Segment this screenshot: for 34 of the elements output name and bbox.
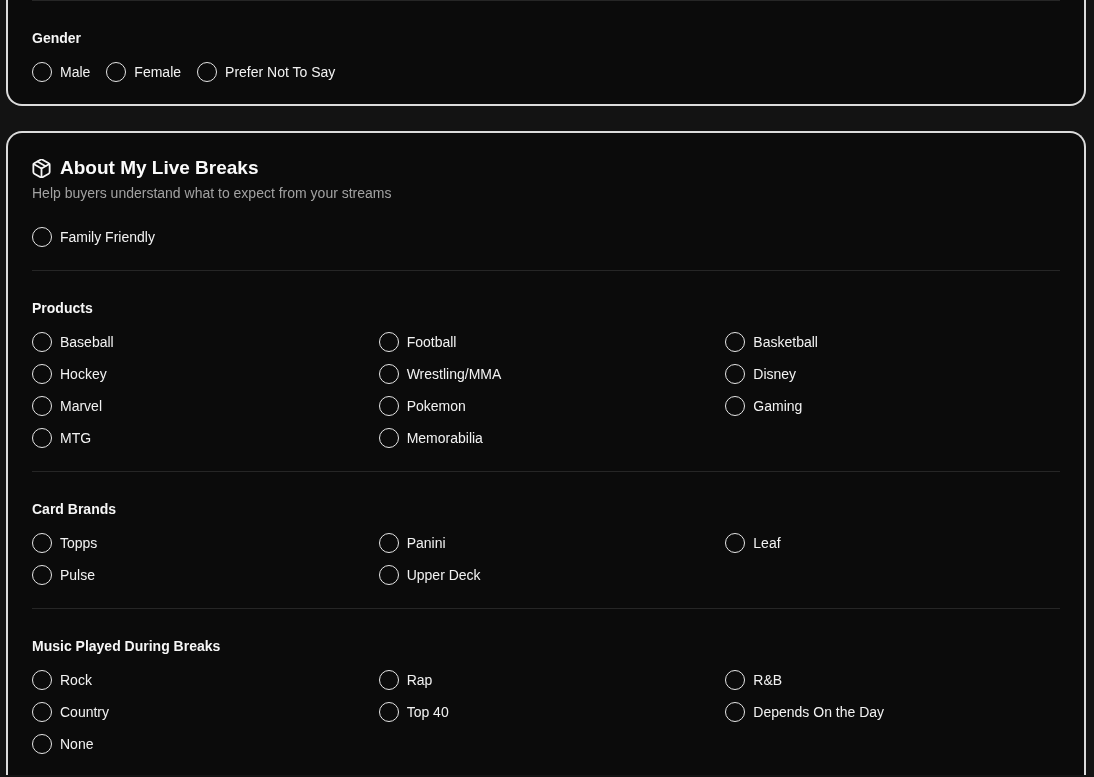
option-label[interactable]: Depends On the Day	[753, 702, 885, 722]
section-title: About My Live Breaks	[60, 156, 259, 180]
section-subtitle: Help buyers understand what to expect from your streams	[32, 184, 393, 203]
option-label[interactable]: Football	[406, 332, 457, 352]
group-label: Music Played During Breaks	[32, 637, 222, 656]
option-label[interactable]: Basketball	[753, 332, 818, 352]
option-label[interactable]: Country	[60, 702, 110, 722]
option-label[interactable]: Top 40	[406, 702, 449, 722]
option-label[interactable]: Topps	[60, 533, 98, 553]
option-label[interactable]: Panini	[406, 533, 446, 553]
option-label[interactable]: Memorabilia	[406, 428, 483, 448]
option-label[interactable]: Baseball	[60, 332, 114, 352]
option-label[interactable]: Marvel	[60, 396, 102, 416]
option-label[interactable]: Wrestling/MMA	[406, 364, 502, 384]
option-label[interactable]: Pulse	[60, 565, 96, 585]
group-label: Products	[32, 299, 94, 318]
option-label[interactable]: Disney	[753, 364, 797, 384]
group-label: Card Brands	[32, 500, 118, 519]
option-label[interactable]: Rap	[406, 670, 433, 690]
option-label[interactable]: R&B	[753, 670, 783, 690]
cube-icon	[32, 158, 51, 178]
option-label[interactable]: Female	[134, 62, 182, 82]
option-label[interactable]: Rock	[60, 670, 92, 690]
option-label[interactable]: None	[60, 734, 94, 754]
option-label[interactable]: Leaf	[753, 533, 781, 553]
group-label: Gender	[32, 29, 82, 48]
option-label[interactable]: Pokemon	[406, 396, 466, 416]
option-label[interactable]: Gaming	[753, 396, 803, 416]
option-label[interactable]: Family Friendly	[60, 227, 155, 247]
option-label[interactable]: Male	[60, 62, 91, 82]
option-label[interactable]: Hockey	[60, 364, 107, 384]
option-label[interactable]: Upper Deck	[406, 565, 481, 585]
option-label[interactable]: MTG	[60, 428, 92, 448]
option-label[interactable]: Prefer Not To Say	[225, 62, 336, 82]
